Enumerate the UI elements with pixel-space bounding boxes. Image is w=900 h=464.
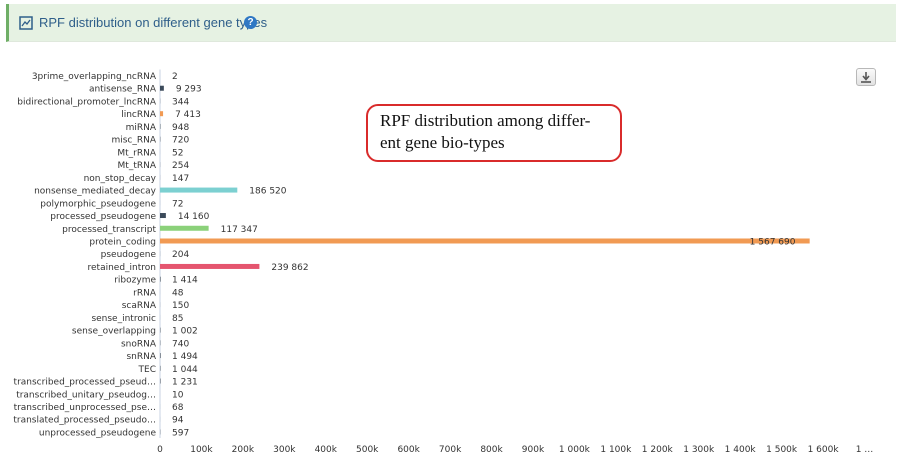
x-tick-label: 500k xyxy=(356,445,379,455)
category-label: 3prime_overlapping_ncRNA xyxy=(32,72,157,82)
category-label: miRNA xyxy=(126,123,157,133)
category-label: nonsense_mediated_decay xyxy=(34,187,157,197)
bar xyxy=(160,263,260,269)
value-label: 1 044 xyxy=(172,365,198,375)
value-label: 597 xyxy=(172,428,189,438)
category-label: TEC xyxy=(138,365,156,375)
category-label: lincRNA xyxy=(121,110,157,120)
category-label: unprocessed_pseudogene xyxy=(39,428,157,438)
category-label: pseudogene xyxy=(101,250,157,260)
annotation-callout: RPF distribution among differ- ent gene … xyxy=(366,104,622,162)
bar xyxy=(160,276,161,282)
value-label: 10 xyxy=(172,390,184,400)
category-label: processed_transcript xyxy=(62,225,156,235)
value-label: 1 567 690 xyxy=(750,237,796,247)
x-tick-label: 200k xyxy=(232,445,255,455)
x-tick-label: 800k xyxy=(480,445,503,455)
bar xyxy=(160,213,166,219)
category-label: snRNA xyxy=(126,352,156,362)
x-tick-label: 700k xyxy=(439,445,462,455)
value-label: 1 231 xyxy=(172,378,198,388)
value-label: 9 293 xyxy=(176,85,202,95)
x-tick-label: 1 500k xyxy=(766,445,798,455)
x-tick-label: 600k xyxy=(397,445,420,455)
category-label: Mt_rRNA xyxy=(117,148,156,158)
x-tick-label: 1 400k xyxy=(725,445,757,455)
category-label: translated_processed_pseudo… xyxy=(13,416,156,426)
value-label: 204 xyxy=(172,250,189,260)
x-tick-label: 1 300k xyxy=(683,445,715,455)
x-tick-label: 900k xyxy=(522,445,545,455)
bar xyxy=(160,353,161,359)
value-label: 186 520 xyxy=(249,187,286,197)
category-label: transcribed_unitary_pseudog… xyxy=(16,390,156,400)
value-label: 344 xyxy=(172,97,189,107)
category-label: Mt_tRNA xyxy=(118,161,157,171)
x-tick-label: 300k xyxy=(273,445,296,455)
value-label: 1 494 xyxy=(172,352,198,362)
bar xyxy=(160,378,161,384)
value-label: 52 xyxy=(172,148,183,158)
category-label: scaRNA xyxy=(122,301,157,311)
value-label: 254 xyxy=(172,161,189,171)
category-label: processed_pseudogene xyxy=(50,212,156,222)
bar-chart: 3prime_overlapping_ncRNA 2 antisense_RNA 9 … xyxy=(13,69,874,455)
value-label: 94 xyxy=(172,416,184,426)
category-label: antisense_RNA xyxy=(89,85,157,95)
category-label: protein_coding xyxy=(89,237,156,247)
x-tick-label: 1 600k xyxy=(808,445,840,455)
category-label: rRNA xyxy=(133,288,157,298)
category-label: misc_RNA xyxy=(111,136,156,146)
value-label: 948 xyxy=(172,123,189,133)
bar xyxy=(160,187,238,193)
value-label: 117 347 xyxy=(221,225,258,235)
value-label: 1 414 xyxy=(172,276,198,286)
value-label: 7 413 xyxy=(175,110,201,120)
bar xyxy=(160,238,810,244)
annotation-line-1: RPF distribution among differ- xyxy=(380,111,591,130)
value-label: 72 xyxy=(172,199,183,209)
value-label: 2 xyxy=(172,72,178,82)
annotation-line-2: ent gene bio-types xyxy=(380,133,505,152)
category-label: ribozyme xyxy=(114,276,156,286)
bar xyxy=(160,111,164,117)
value-label: 150 xyxy=(172,301,189,311)
x-tick-label: 100k xyxy=(190,445,213,455)
x-tick-label: 1 100k xyxy=(600,445,632,455)
x-tick-label: 0 xyxy=(157,445,163,455)
value-label: 1 002 xyxy=(172,327,198,337)
value-label: 720 xyxy=(172,136,189,146)
category-label: sense_intronic xyxy=(91,314,156,324)
value-label: 85 xyxy=(172,314,183,324)
value-label: 48 xyxy=(172,288,184,298)
value-label: 147 xyxy=(172,174,189,184)
x-tick-label: 1 000k xyxy=(559,445,591,455)
bar xyxy=(160,85,164,91)
category-label: non_stop_decay xyxy=(84,174,157,184)
x-tick-label: 400k xyxy=(315,445,338,455)
value-label: 14 160 xyxy=(178,212,210,222)
x-tick-label: 1 200k xyxy=(642,445,674,455)
category-label: polymorphic_pseudogene xyxy=(40,199,156,209)
category-label: snoRNA xyxy=(121,339,157,349)
value-label: 68 xyxy=(172,403,184,413)
category-label: sense_overlapping xyxy=(72,327,156,337)
category-label: transcribed_unprocessed_pse… xyxy=(14,403,156,413)
category-label: bidirectional_promoter_lncRNA xyxy=(17,97,157,107)
category-label: retained_intron xyxy=(88,263,156,273)
x-tick-label: 1 … xyxy=(856,445,874,455)
bar xyxy=(160,225,209,231)
value-label: 239 862 xyxy=(271,263,308,273)
value-label: 740 xyxy=(172,339,189,349)
category-label: transcribed_processed_pseud… xyxy=(14,378,156,388)
